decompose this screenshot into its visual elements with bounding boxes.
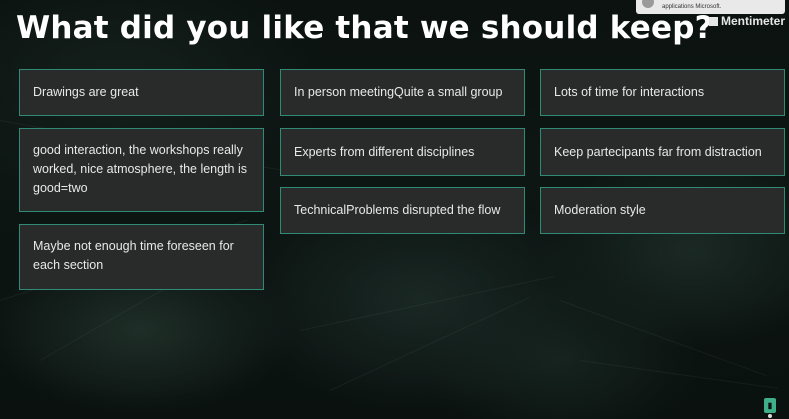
notification-text: applications Microsoft. <box>662 4 722 10</box>
response-card: In person meetingQuite a small group <box>280 69 525 116</box>
response-card: Experts from different disciplines <box>280 128 525 176</box>
response-card: good interaction, the workshops really w… <box>19 128 264 212</box>
response-card: Maybe not enough time foreseen for each … <box>19 224 264 290</box>
leaf-vein <box>329 297 530 391</box>
response-card: Drawings are great <box>19 69 264 116</box>
mentimeter-logo-icon <box>708 16 718 26</box>
presenter-badge-icon[interactable]: ▮ <box>764 398 776 413</box>
response-card: Moderation style <box>540 187 785 234</box>
response-card: Keep partecipants far from distraction <box>540 128 785 176</box>
brand-name: Mentimeter <box>720 14 785 28</box>
response-card: Lots of time for interactions <box>540 69 785 116</box>
status-dot <box>768 414 772 418</box>
leaf-vein <box>559 300 767 377</box>
notification-toast[interactable]: applications Microsoft. <box>636 0 785 14</box>
response-card: TechnicalProblems disrupted the flow <box>280 187 525 234</box>
slide-title: What did you like that we should keep? <box>16 10 713 46</box>
mentimeter-logo: Mentimeter <box>708 14 785 28</box>
notification-avatar-icon <box>642 0 654 8</box>
leaf-vein <box>579 360 779 389</box>
